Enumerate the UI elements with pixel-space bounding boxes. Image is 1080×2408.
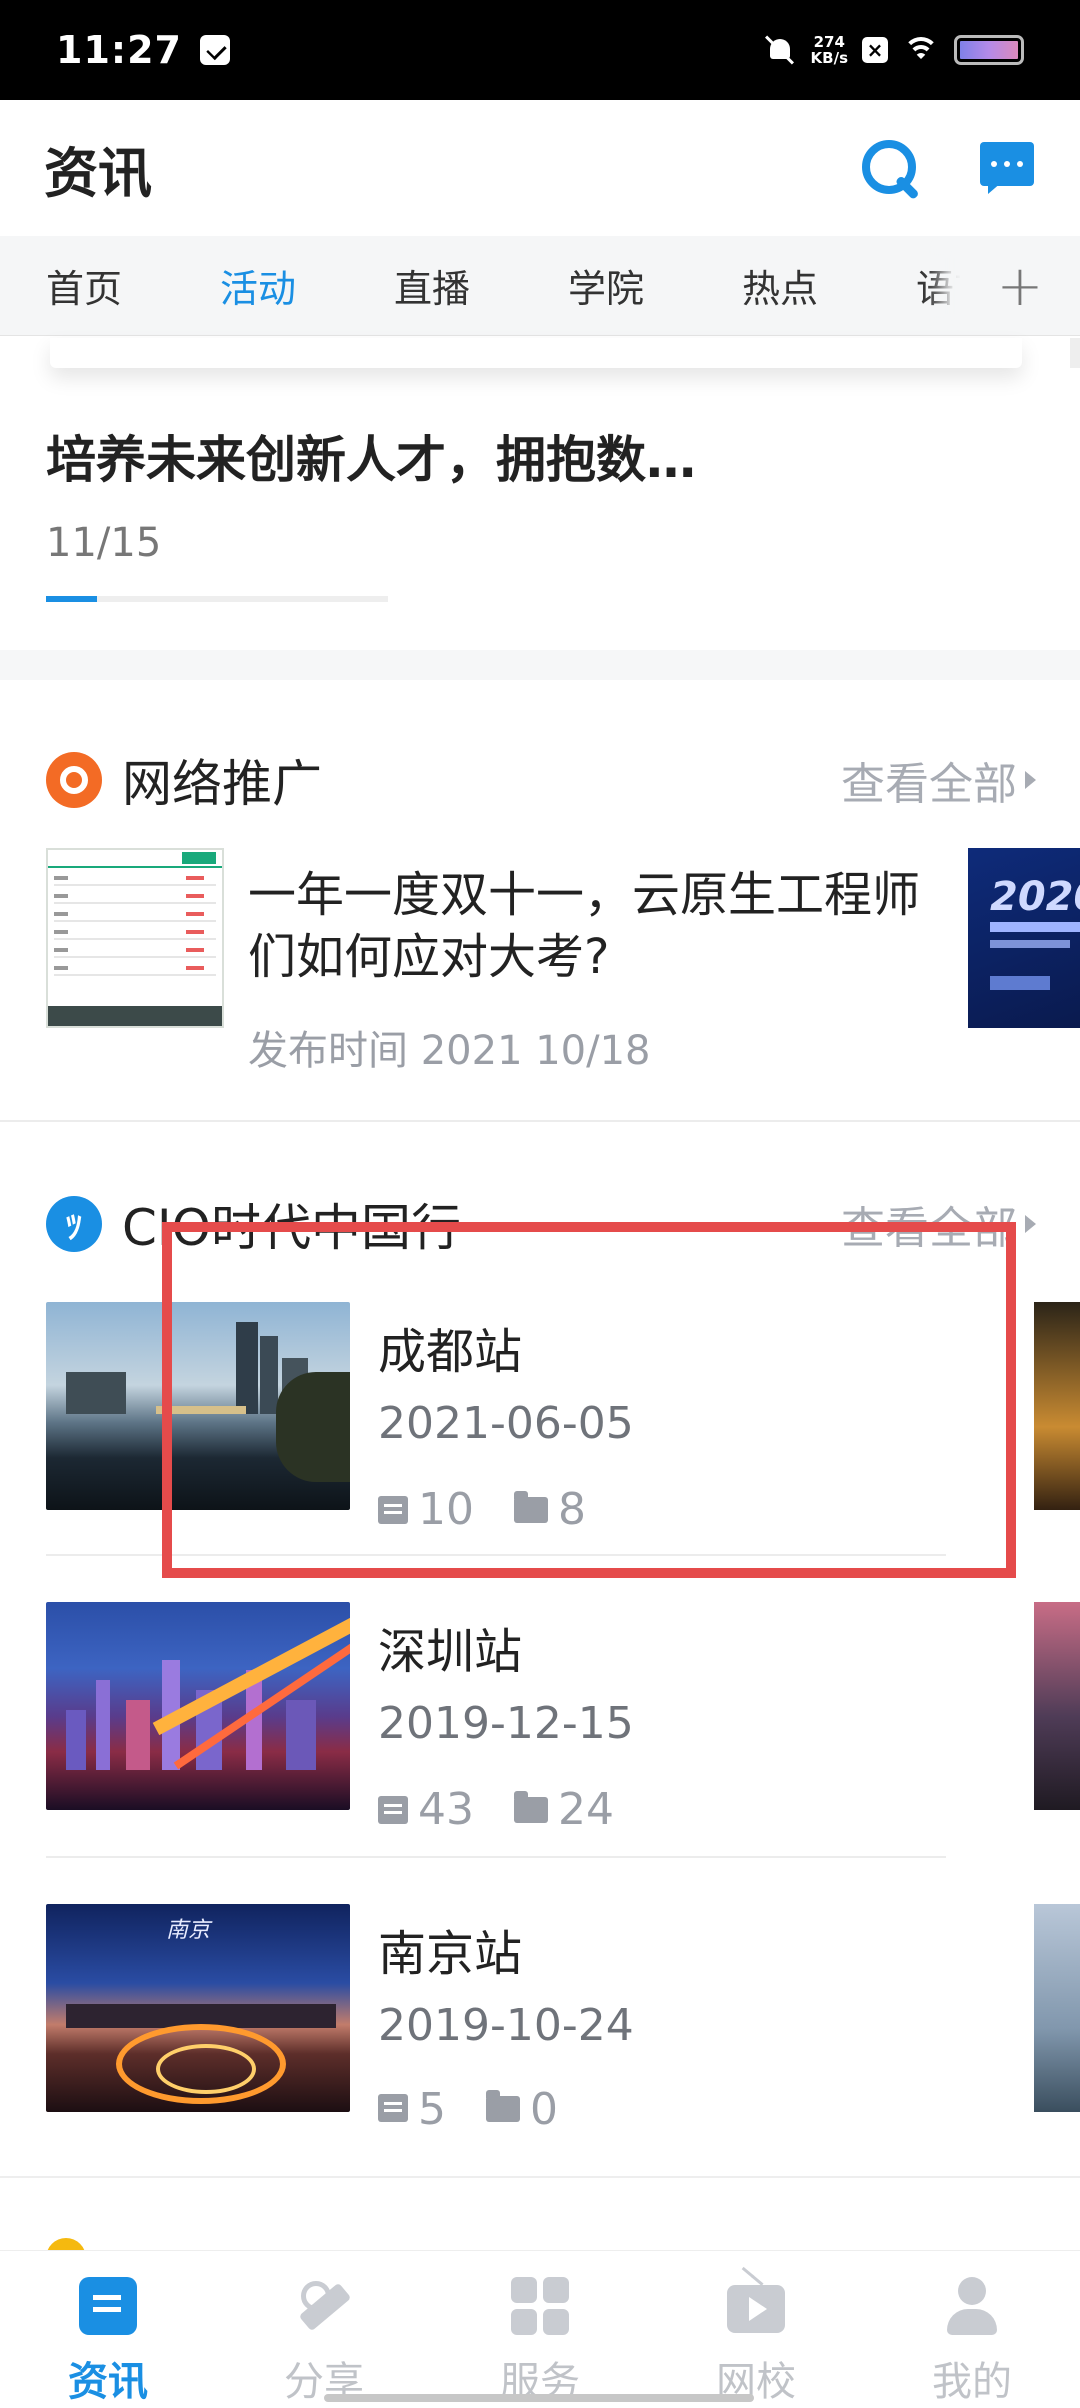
banner-card-next[interactable]: [1070, 338, 1080, 368]
app-header: 资讯: [0, 100, 1080, 236]
divider: [0, 1120, 1080, 1122]
article-thumbnail[interactable]: [46, 848, 224, 1028]
event-title[interactable]: 成都站: [378, 1312, 522, 1382]
article-publish-date: 发布时间 2021 10/18: [248, 1018, 651, 1076]
event-stats: 10 8: [378, 1484, 586, 1535]
image-caption: 南京: [166, 1918, 211, 1943]
bell-off-icon: [763, 33, 797, 67]
status-bar: 11:27 274 KB/s ×: [0, 0, 1080, 100]
nav-label: 资讯: [68, 2359, 148, 2405]
banner-card[interactable]: [50, 338, 1022, 368]
next-article-thumbnail[interactable]: 2020: [968, 848, 1080, 1028]
event-date: 2019-12-15: [378, 1698, 634, 1749]
next-article-year: 2020: [990, 874, 1080, 920]
net-speed: 274 KB/s: [811, 34, 848, 66]
see-all-link[interactable]: 查看全部: [841, 1192, 1036, 1256]
battery-icon: [954, 35, 1024, 65]
event-title[interactable]: 深圳站: [378, 1612, 522, 1682]
search-icon[interactable]: [858, 136, 922, 200]
cio-tour-icon: [46, 1196, 102, 1252]
see-all-label: 查看全部: [841, 1203, 1017, 1254]
nav-share[interactable]: 分享: [216, 2251, 432, 2408]
net-speed-unit: KB/s: [810, 49, 848, 67]
next-event-thumbnail[interactable]: [1034, 1904, 1080, 2112]
chevron-right-icon: [1025, 1215, 1036, 1233]
tab-home[interactable]: 首页: [46, 258, 220, 313]
mail-icon: [199, 35, 230, 65]
status-time: 11:27: [56, 28, 182, 72]
net-speed-value: 274: [813, 33, 845, 51]
event-date: 2019-10-24: [378, 2000, 634, 2051]
publish-label: 发布时间: [248, 1028, 408, 1074]
plus-icon: +: [996, 253, 1044, 319]
event-date: 2021-06-05: [378, 1398, 634, 1449]
event-stats: 5 0: [378, 2084, 558, 2128]
see-all-link[interactable]: 查看全部: [841, 748, 1036, 812]
page-title: 资讯: [44, 141, 152, 205]
event-title[interactable]: 南京站: [378, 1914, 522, 1984]
next-event-thumbnail[interactable]: [1034, 1602, 1080, 1810]
document-icon: [378, 1495, 408, 1524]
section-title: CIO时代中国行: [122, 1199, 462, 1257]
network-promo-header: 网络推广 查看全部: [46, 744, 1036, 816]
bottom-nav: 资讯 分享 服务 网校 我的: [0, 2250, 1080, 2408]
folder-count: 24: [558, 1784, 614, 1835]
folder-count: 0: [530, 2084, 558, 2128]
tab-activity[interactable]: 活动: [220, 258, 394, 313]
tv-play-icon: [727, 2285, 785, 2333]
nav-service[interactable]: 服务: [432, 2251, 648, 2408]
document-count: 5: [418, 2084, 446, 2128]
event-thumbnail[interactable]: 南京: [46, 1904, 350, 2112]
document-icon: [378, 1795, 408, 1824]
article-title[interactable]: 一年一度双十一，云原生工程师们如何应对大考?: [248, 864, 948, 988]
event-thumbnail[interactable]: [46, 1302, 350, 1510]
home-indicator[interactable]: [324, 2394, 754, 2402]
divider: [46, 1856, 946, 1858]
add-tab-button[interactable]: +: [960, 236, 1080, 335]
tab-academy[interactable]: 学院: [568, 258, 742, 313]
chevron-right-icon: [1025, 771, 1036, 789]
folder-icon: [514, 1490, 548, 1523]
cio-tour-header: CIO时代中国行 查看全部: [46, 1188, 1036, 1260]
category-tabs: 首页 活动 直播 学院 热点 语言 +: [0, 236, 1080, 336]
banner-progress: [46, 596, 388, 602]
person-icon: [943, 2277, 1001, 2335]
folder-count: 8: [558, 1484, 586, 1535]
nav-news[interactable]: 资讯: [0, 2251, 216, 2408]
section-divider: [0, 2176, 1080, 2178]
message-icon[interactable]: [980, 140, 1036, 196]
tab-live[interactable]: 直播: [394, 258, 568, 313]
grid-icon: [511, 2277, 569, 2335]
nav-me[interactable]: 我的: [864, 2251, 1080, 2408]
folder-icon: [514, 1790, 548, 1823]
network-promo-icon: [46, 752, 102, 808]
divider: [46, 1554, 946, 1556]
header-actions: [858, 136, 1036, 200]
share-icon: [295, 2277, 353, 2335]
document-count: 10: [418, 1484, 474, 1535]
banner-title[interactable]: 培养未来创新人才，拥抱数…: [46, 420, 696, 492]
next-event-thumbnail[interactable]: [1034, 1302, 1080, 1510]
news-icon: [79, 2277, 137, 2335]
nav-label: 我的: [932, 2359, 1012, 2405]
x-icon: ×: [862, 37, 888, 63]
status-icons: 274 KB/s ×: [763, 33, 1024, 67]
event-thumbnail[interactable]: [46, 1602, 350, 1810]
tab-hot[interactable]: 热点: [742, 258, 916, 313]
section-divider: [0, 650, 1080, 680]
event-stats: 43 24: [378, 1784, 614, 1835]
folder-icon: [486, 2090, 520, 2122]
publish-date: 2021 10/18: [420, 1028, 651, 1074]
wifi-icon: [902, 35, 940, 65]
nav-school[interactable]: 网校: [648, 2251, 864, 2408]
document-count: 43: [418, 1784, 474, 1835]
see-all-label: 查看全部: [841, 759, 1017, 810]
document-icon: [378, 2094, 408, 2122]
banner-date: 11/15: [46, 520, 162, 566]
section-title: 网络推广: [122, 755, 322, 813]
